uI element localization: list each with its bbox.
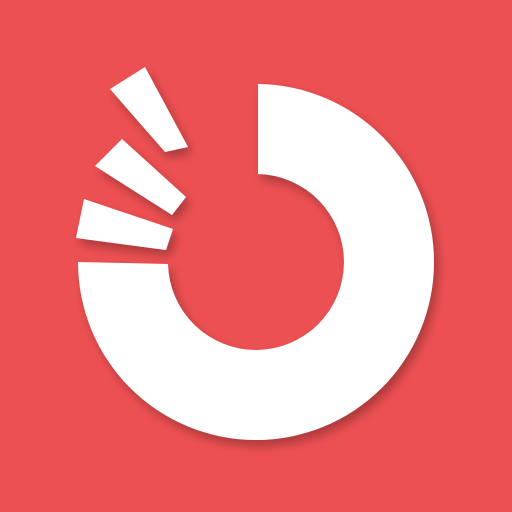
ring-loader-logo-icon: [0, 0, 512, 512]
app-icon: [0, 0, 512, 512]
